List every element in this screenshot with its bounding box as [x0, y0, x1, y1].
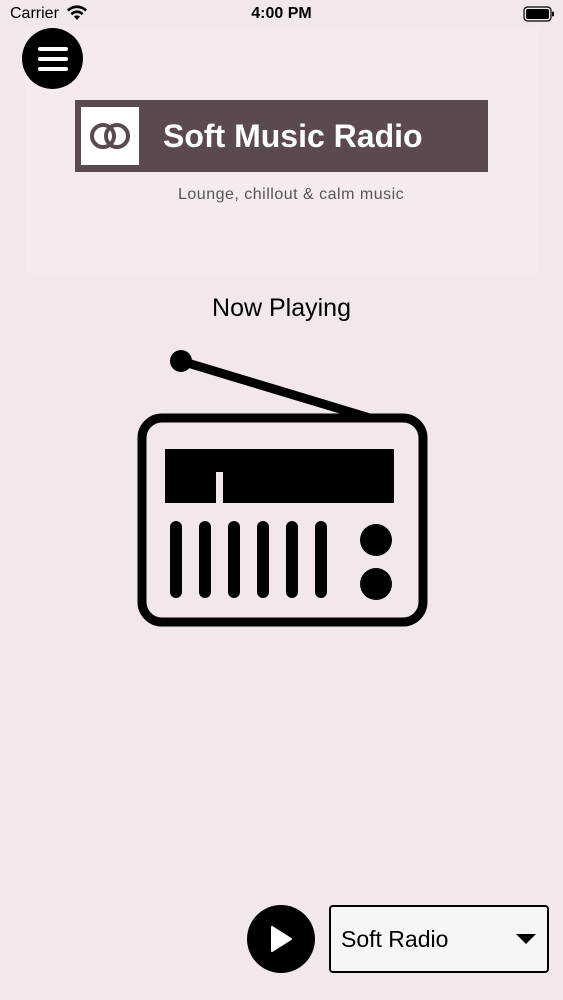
battery-icon — [523, 6, 554, 22]
logo-mark — [81, 107, 139, 165]
logo-text: Soft Music Radio — [163, 117, 423, 154]
menu-button[interactable] — [22, 28, 83, 89]
radio-icon — [137, 350, 428, 627]
caret-down-icon — [516, 934, 536, 944]
interlocking-rings-icon — [90, 123, 130, 149]
now-playing-label: Now Playing — [212, 294, 351, 322]
logo: Soft Music Radio — [75, 100, 488, 172]
play-button[interactable] — [247, 905, 315, 973]
hamburger-menu-icon — [37, 46, 68, 71]
status-bar: Carrier 4:00 PM — [0, 0, 563, 30]
selected-station: Soft Radio — [341, 925, 449, 952]
tagline: Lounge, chillout & calm music — [178, 186, 405, 203]
clock: 4:00 PM — [251, 5, 312, 22]
station-select[interactable]: Soft Radio — [329, 905, 549, 973]
play-icon — [271, 926, 292, 952]
